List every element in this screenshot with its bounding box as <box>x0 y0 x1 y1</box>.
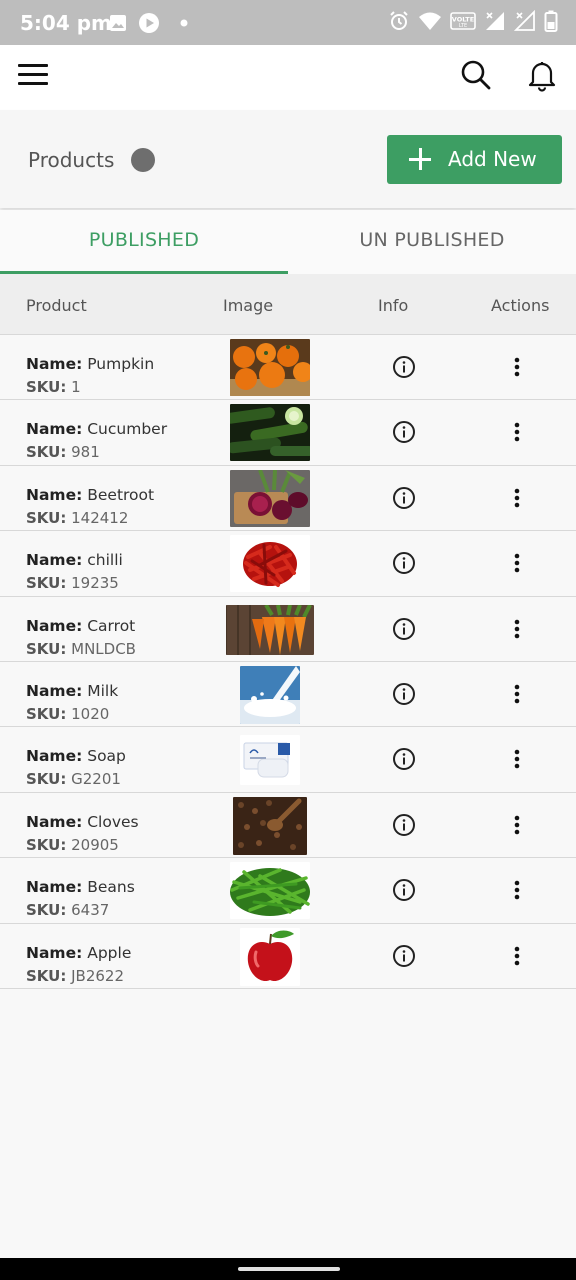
more-actions-icon[interactable] <box>507 486 527 510</box>
svg-text:LTE: LTE <box>459 23 467 29</box>
product-name: Name: Carrot <box>26 616 136 635</box>
info-icon[interactable] <box>392 944 416 968</box>
product-name: Name: Milk <box>26 681 119 700</box>
product-image-chilli <box>230 535 310 593</box>
products-header: Products Add New <box>0 110 576 208</box>
info-icon[interactable] <box>392 682 416 706</box>
tab-published[interactable]: PUBLISHED <box>0 210 288 274</box>
status-system-icons: VOLTE LTE <box>388 9 558 36</box>
more-actions-icon[interactable] <box>507 551 527 575</box>
product-name: Name: Apple <box>26 943 132 962</box>
plus-icon <box>409 148 431 170</box>
system-nav-bar <box>0 1258 576 1280</box>
more-actions-icon[interactable] <box>507 878 527 902</box>
alarm-icon <box>388 10 410 36</box>
table-row[interactable]: Name: Beans SKU: 6437 <box>0 858 576 924</box>
info-icon[interactable] <box>392 878 416 902</box>
tab-unpublished[interactable]: UN PUBLISHED <box>288 210 576 274</box>
product-image-beans <box>230 862 310 920</box>
product-image-pumpkin <box>230 339 310 396</box>
more-actions-icon[interactable] <box>507 813 527 837</box>
product-image-milk <box>240 665 300 724</box>
column-header-actions: Actions <box>491 296 550 315</box>
wifi-icon <box>418 10 442 36</box>
info-icon[interactable] <box>392 617 416 641</box>
more-actions-icon[interactable] <box>507 747 527 771</box>
info-icon[interactable] <box>392 747 416 771</box>
product-name: Name: Soap <box>26 747 126 766</box>
page-title: Products <box>28 148 115 172</box>
dot-icon <box>170 13 192 37</box>
search-icon[interactable] <box>458 57 494 93</box>
table-row[interactable]: Name: Milk SKU: 1020 <box>0 661 576 728</box>
table-row[interactable]: Name: Cucumber SKU: 981 <box>0 400 576 466</box>
product-image-apple <box>240 927 300 986</box>
product-name: Name: Pumpkin <box>26 355 155 373</box>
info-icon[interactable] <box>392 551 416 575</box>
more-actions-icon[interactable] <box>507 617 527 641</box>
product-image-soap <box>240 735 300 786</box>
more-actions-icon[interactable] <box>507 944 527 968</box>
info-icon[interactable] <box>392 813 416 837</box>
product-name: Name: Cloves <box>26 812 139 831</box>
info-icon[interactable] <box>392 420 416 444</box>
add-new-label: Add New <box>448 147 537 171</box>
menu-icon[interactable] <box>18 64 48 86</box>
tab-bar: PUBLISHED UN PUBLISHED <box>0 210 576 274</box>
product-sku: SKU: 20905 <box>26 835 119 854</box>
product-sku: SKU: 142412 <box>26 508 129 527</box>
product-sku: SKU: JB2622 <box>26 966 125 985</box>
product-sku: SKU: 1020 <box>26 704 110 723</box>
product-image-carrot <box>226 604 314 655</box>
more-actions-icon[interactable] <box>507 420 527 444</box>
more-actions-icon[interactable] <box>507 682 527 706</box>
bell-icon[interactable] <box>524 57 560 93</box>
play-icon <box>138 12 160 38</box>
signal-2-icon <box>513 9 536 36</box>
more-actions-icon[interactable] <box>507 355 527 379</box>
status-bar: 5:04 pm VOLTE LTE <box>0 0 576 45</box>
table-row[interactable]: Name: Apple SKU: JB2622 <box>0 923 576 989</box>
product-list: Name: Pumpkin SKU: 1 Name: Cucumber SKU:… <box>0 335 576 989</box>
add-new-button[interactable]: Add New <box>387 135 562 184</box>
product-sku: SKU: 19235 <box>26 574 119 593</box>
home-gesture-handle[interactable] <box>238 1267 340 1271</box>
product-image-beetroot <box>230 469 310 527</box>
column-header-info: Info <box>378 296 409 315</box>
info-icon[interactable] <box>392 355 416 379</box>
product-sku: SKU: MNLDCB <box>26 639 136 658</box>
status-notification-icons <box>108 12 192 38</box>
table-row[interactable]: Name: Carrot SKU: MNLDCB <box>0 596 576 662</box>
image-icon <box>108 13 128 37</box>
table-row[interactable]: Name: chilli SKU: 19235 <box>0 531 576 597</box>
signal-icon <box>484 10 506 36</box>
status-time: 5:04 pm <box>20 11 112 35</box>
column-header-image: Image <box>223 296 274 315</box>
battery-icon <box>544 10 558 36</box>
info-icon[interactable] <box>392 486 416 510</box>
table-row[interactable]: Name: Cloves SKU: 20905 <box>0 792 576 859</box>
product-image-cucumber <box>230 404 310 462</box>
product-name: Name: chilli <box>26 551 123 570</box>
column-header-product: Product <box>26 296 87 315</box>
table-header: Product Image Info Actions <box>0 274 576 335</box>
product-name: Name: Beetroot <box>26 485 155 504</box>
table-row[interactable]: Name: Pumpkin SKU: 1 <box>0 335 576 401</box>
app-bar <box>0 45 576 110</box>
status-dot-icon <box>131 148 155 172</box>
product-name: Name: Beans <box>26 878 135 897</box>
product-image-cloves <box>233 796 307 855</box>
product-sku: SKU: 981 <box>26 443 100 462</box>
product-sku: SKU: G2201 <box>26 770 121 789</box>
volte-icon: VOLTE LTE <box>450 11 476 35</box>
table-row[interactable]: Name: Beetroot SKU: 142412 <box>0 465 576 532</box>
product-sku: SKU: 6437 <box>26 901 110 920</box>
table-row[interactable]: Name: Soap SKU: G2201 <box>0 727 576 793</box>
product-sku: SKU: 1 <box>26 378 81 396</box>
product-name: Name: Cucumber <box>26 420 168 439</box>
